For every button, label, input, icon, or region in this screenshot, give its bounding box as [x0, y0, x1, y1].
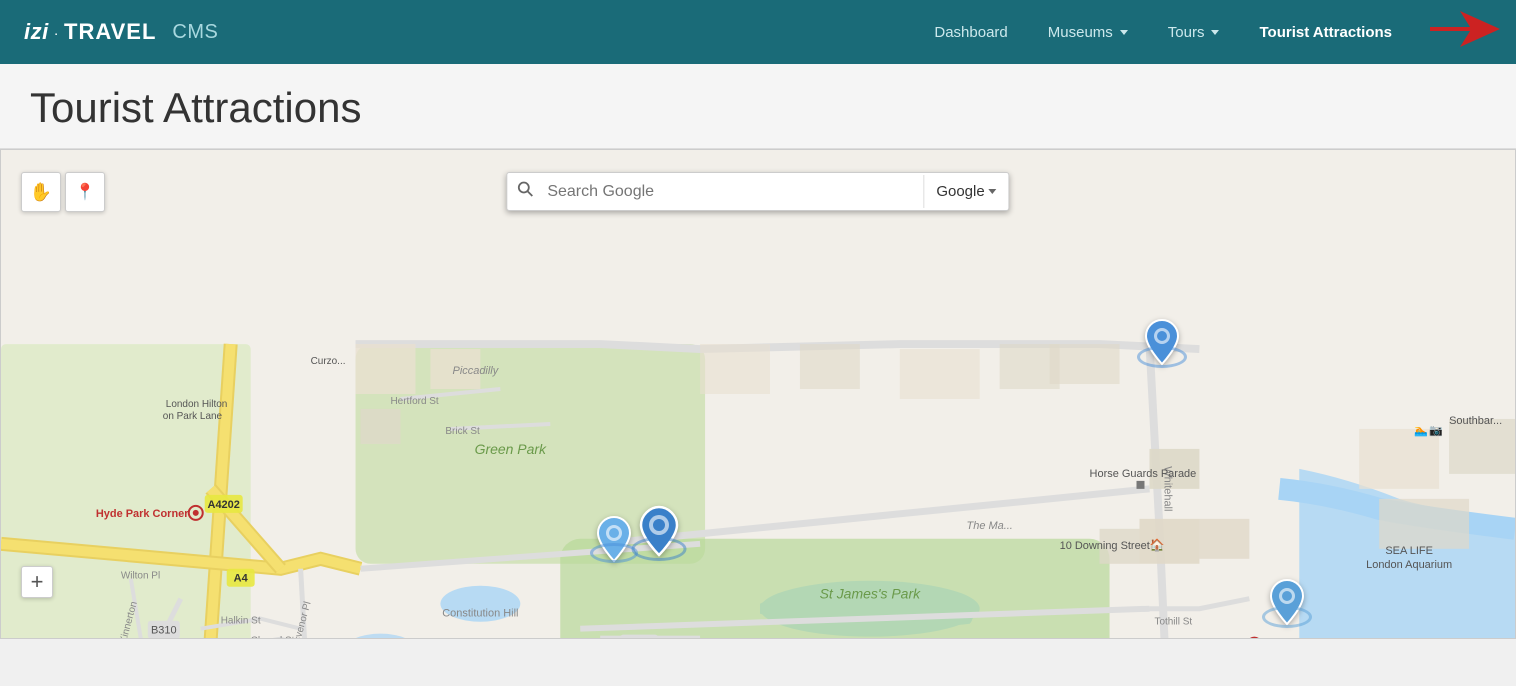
nav-tours[interactable]: Tours: [1148, 16, 1240, 49]
svg-text:on Park Lane: on Park Lane: [163, 411, 223, 422]
tours-chevron-icon: [1211, 30, 1219, 35]
svg-text:📷: 📷: [1429, 425, 1443, 437]
brand-dot: .: [55, 27, 58, 38]
nav-museums-label: Museums: [1048, 24, 1113, 41]
svg-text:The Ma...: The Ma...: [967, 520, 1013, 532]
svg-text:A4202: A4202: [208, 499, 240, 511]
arrow-indicator: [1430, 9, 1500, 55]
svg-text:London Aquarium: London Aquarium: [1366, 559, 1452, 571]
location-pin-icon: 📍: [75, 182, 95, 202]
google-provider-dropdown[interactable]: Google: [923, 175, 1008, 208]
svg-text:Tothill St: Tothill St: [1154, 617, 1192, 628]
svg-text:A4: A4: [234, 573, 249, 585]
pin-tool-button[interactable]: 📍: [65, 172, 105, 212]
nav-tourist-attractions[interactable]: Tourist Attractions: [1239, 16, 1412, 49]
plus-icon: +: [31, 569, 44, 595]
svg-text:Piccadilly: Piccadilly: [453, 365, 500, 377]
map-pin-horse-guards[interactable]: [1144, 318, 1180, 371]
svg-text:SEA LIFE: SEA LIFE: [1385, 545, 1433, 557]
svg-text:Wilton Pl: Wilton Pl: [121, 571, 160, 582]
svg-text:🏠: 🏠: [1149, 538, 1164, 552]
map-controls: ✋ 📍: [21, 172, 105, 212]
navbar: izi. TRAVEL CMS Dashboard Museums Tours T…: [0, 0, 1516, 64]
map-search-bar: Google: [506, 172, 1009, 211]
search-icon-wrap: [507, 173, 543, 210]
brand-logo: izi. TRAVEL CMS: [24, 19, 218, 45]
map-pin-buckingham-1[interactable]: [596, 515, 632, 568]
svg-text:Hyde Park Corner: Hyde Park Corner: [96, 508, 189, 520]
svg-text:Halkin St: Halkin St: [221, 616, 261, 627]
map-pin-westminster[interactable]: [1269, 578, 1305, 631]
svg-text:🏊: 🏊: [1414, 425, 1428, 437]
zoom-in-button[interactable]: +: [21, 566, 53, 598]
nav-museums[interactable]: Museums: [1028, 16, 1148, 49]
museums-chevron-icon: [1120, 30, 1128, 35]
google-provider-label: Google: [936, 183, 984, 200]
page-title: Tourist Attractions: [30, 84, 1486, 132]
svg-text:Horse Guards Parade: Horse Guards Parade: [1090, 468, 1197, 480]
nav-tours-label: Tours: [1168, 24, 1205, 41]
svg-text:Southbar...: Southbar...: [1449, 415, 1502, 427]
brand-cms: CMS: [172, 21, 218, 44]
svg-text:St James's Park: St James's Park: [820, 586, 921, 602]
svg-text:Chapel St: Chapel St: [251, 636, 295, 638]
nav-tourist-attractions-label: Tourist Attractions: [1259, 24, 1392, 41]
svg-text:London Hilton: London Hilton: [166, 399, 228, 410]
map-background: Piccadilly Constitution Hill Birdcage Wa…: [1, 150, 1515, 638]
svg-text:Hertford St: Hertford St: [390, 396, 438, 407]
hand-tool-button[interactable]: ✋: [21, 172, 61, 212]
search-input[interactable]: [543, 175, 923, 209]
page-header: Tourist Attractions: [0, 64, 1516, 149]
brand-travel: TRAVEL: [64, 19, 156, 45]
map-pin-buckingham-2[interactable]: [639, 505, 679, 562]
nav-dashboard-label: Dashboard: [934, 24, 1007, 41]
map-wrapper: Piccadilly Constitution Hill Birdcage Wa…: [0, 149, 1516, 639]
svg-text:Constitution Hill: Constitution Hill: [442, 608, 518, 620]
search-icon: [517, 181, 533, 197]
brand-izi: izi: [24, 19, 49, 45]
provider-chevron-icon: [989, 189, 997, 194]
svg-text:10 Downing Street: 10 Downing Street: [1060, 540, 1150, 552]
svg-text:Curzo...: Curzo...: [311, 356, 346, 367]
svg-text:Brick St: Brick St: [445, 426, 480, 437]
svg-text:Green Park: Green Park: [475, 441, 547, 457]
main-nav: Dashboard Museums Tours Tourist Attracti…: [914, 16, 1412, 49]
hand-icon: ✋: [30, 182, 52, 203]
svg-text:B310: B310: [151, 625, 177, 637]
nav-dashboard[interactable]: Dashboard: [914, 16, 1027, 49]
